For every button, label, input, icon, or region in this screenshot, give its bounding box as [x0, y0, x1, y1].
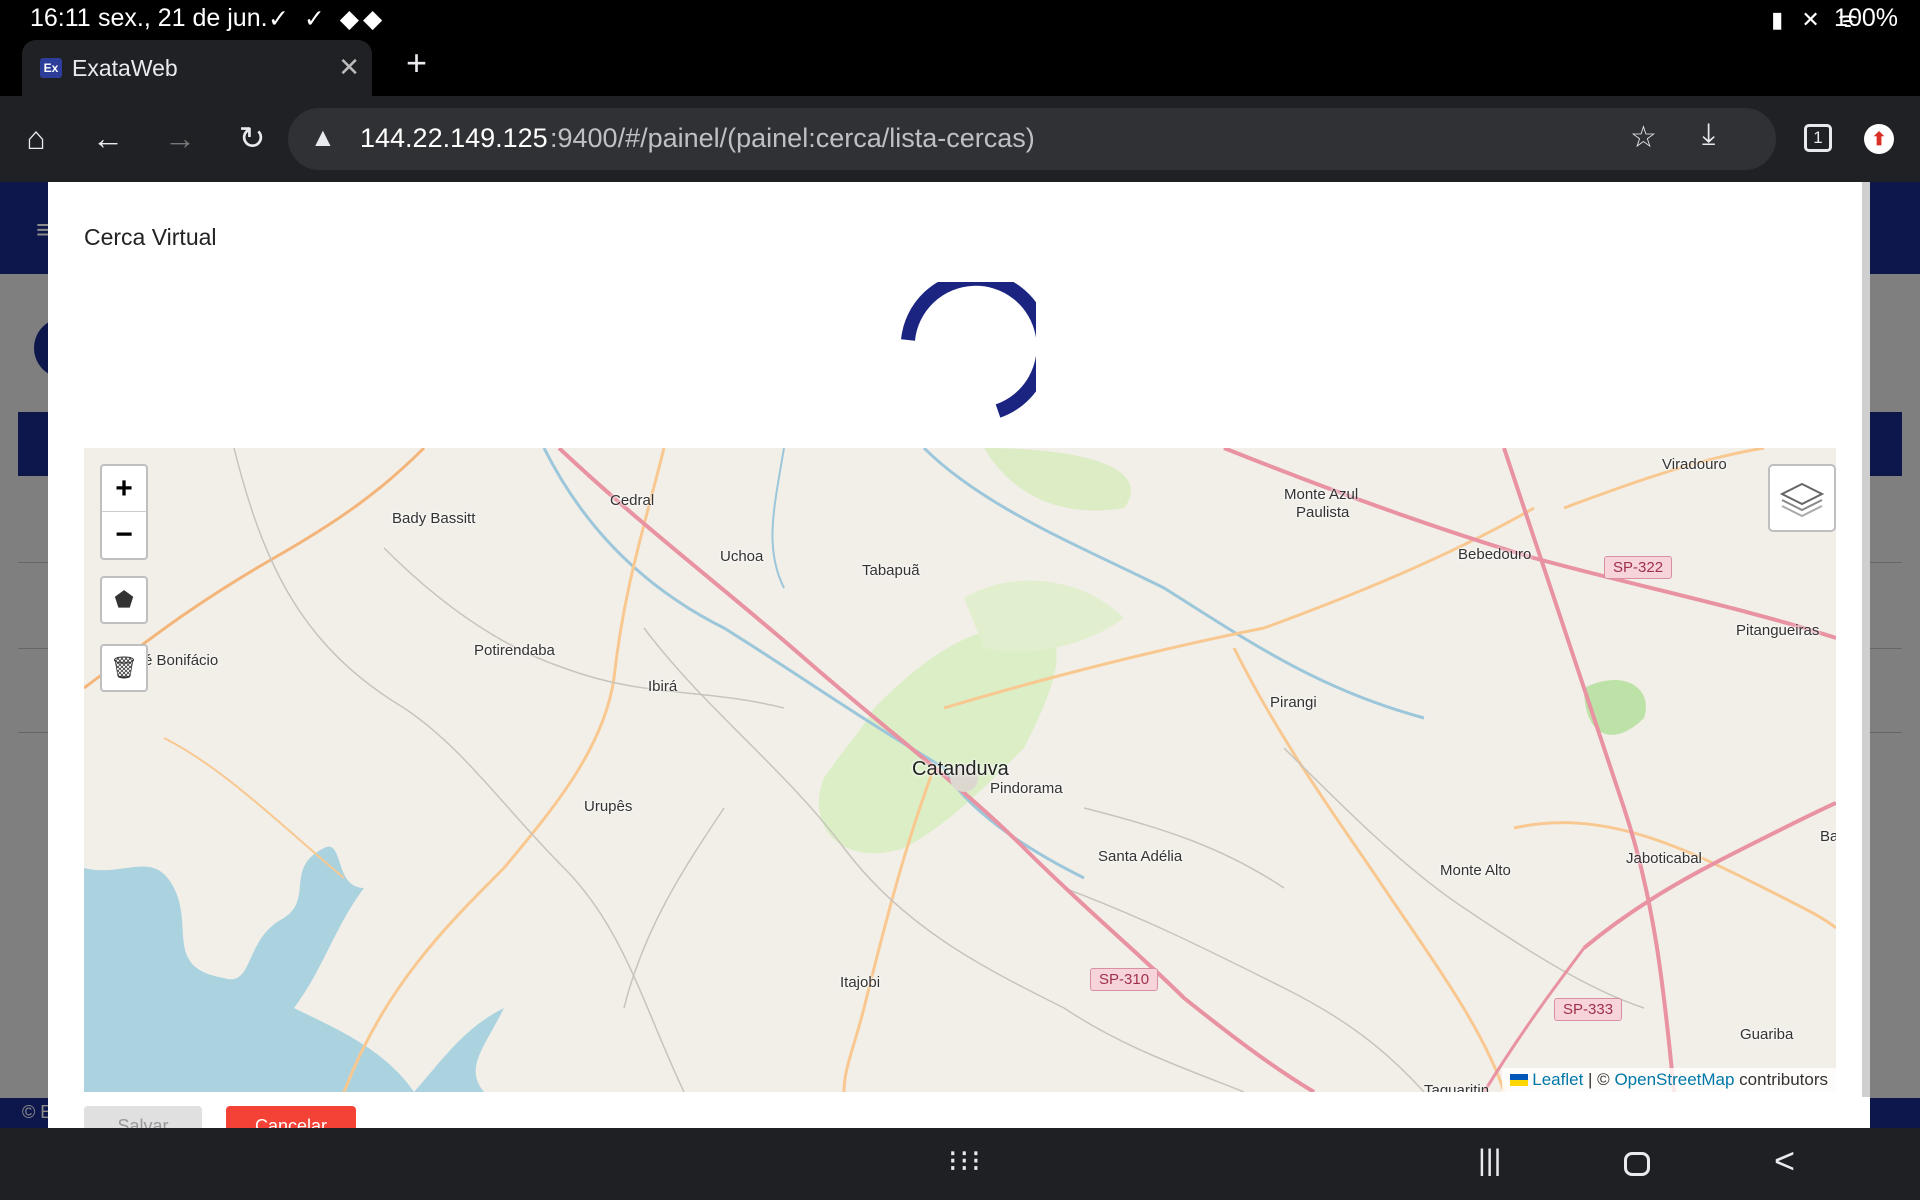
place-label: Cedral — [610, 492, 655, 509]
android-nav-bar: ⁝⁝⁝ ||| < — [0, 1128, 1920, 1200]
osm-link[interactable]: OpenStreetMap — [1614, 1070, 1734, 1089]
place-label: Ba — [1820, 828, 1836, 845]
status-bar: 16:11 sex., 21 de jun. ✓ ✓ ◆◆ ▮ ✕ ᯤ 100% — [0, 0, 1920, 36]
app-drawer-icon[interactable]: ⁝⁝⁝ — [948, 1144, 983, 1179]
place-label: Tabapuã — [862, 562, 920, 579]
place-label: Santa Adélia — [1098, 848, 1183, 865]
road-shield: SP-310 — [1090, 968, 1159, 991]
place-label: Monte Azul — [1284, 486, 1359, 503]
leaflet-link[interactable]: Leaflet — [1532, 1070, 1583, 1089]
place-label: Bady Bassitt — [392, 510, 476, 527]
tab-strip: Ex ExataWeb ✕ + — [0, 36, 1920, 96]
tab-title: ExataWeb — [72, 55, 178, 81]
place-label: Uchoa — [720, 548, 764, 565]
delete-layers-button[interactable]: 🗑 — [100, 644, 148, 692]
back-icon[interactable]: ← — [88, 116, 128, 160]
not-secure-icon[interactable]: ▲ — [310, 122, 336, 153]
map-attribution: Leaflet | © OpenStreetMap contributors — [1502, 1068, 1836, 1092]
map-view[interactable]: Viradouro Monte Azul Paulista Cedral Bad… — [84, 448, 1836, 1092]
layers-icon — [1779, 482, 1825, 518]
attribution-contributors: contributors — [1734, 1070, 1828, 1089]
new-tab-button[interactable]: + — [406, 42, 427, 84]
home-button-icon[interactable] — [1624, 1152, 1650, 1176]
favicon-icon: Ex — [40, 58, 62, 78]
place-label: Guariba — [1740, 1026, 1794, 1043]
battery-level: 100% — [1834, 4, 1898, 32]
dialog-scrollbar[interactable] — [1862, 182, 1870, 1097]
place-label: Taquaritin — [1424, 1082, 1490, 1092]
reload-icon[interactable]: ↻ — [232, 116, 272, 160]
address-bar[interactable]: ▲ 144.22.149.125 :9400/#/painel/(painel:… — [288, 108, 1776, 170]
loading-spinner — [901, 282, 1036, 418]
road-shield: SP-322 — [1604, 556, 1673, 579]
place-label: Jaboticabal — [1626, 850, 1702, 867]
dialog-title: Cerca Virtual — [84, 224, 217, 250]
profile-update-icon[interactable]: ⬆ — [1864, 124, 1894, 154]
place-label: Pirangi — [1270, 694, 1317, 711]
close-tab-icon[interactable]: ✕ — [338, 52, 360, 83]
attribution-separator: | © — [1583, 1070, 1615, 1089]
url-path[interactable]: :9400/#/painel/(painel:cerca/lista-cerca… — [550, 123, 1035, 154]
ukraine-flag-icon — [1510, 1074, 1529, 1086]
place-label: é Bonifácio — [144, 652, 219, 669]
forward-icon[interactable]: → — [160, 116, 200, 160]
place-label: Pindorama — [990, 780, 1063, 797]
virtual-fence-dialog: Cerca Virtual Viradouro Monte Azul Pauli… — [48, 182, 1870, 1128]
save-button[interactable]: Salvar — [84, 1106, 202, 1128]
draw-polygon-button[interactable]: ⬟ — [100, 576, 148, 624]
cancel-button[interactable]: Cancelar — [226, 1106, 356, 1128]
date: sex., 21 de jun. — [98, 4, 268, 32]
browser-toolbar: ⌂ ← → ↻ ▲ 144.22.149.125 :9400/#/painel/… — [0, 96, 1920, 182]
place-label: Pitangueiras — [1736, 622, 1820, 639]
browser-tab[interactable]: Ex ExataWeb ✕ — [22, 40, 372, 96]
place-label: Monte Alto — [1440, 862, 1511, 879]
place-label: Paulista — [1296, 504, 1350, 521]
download-icon[interactable]: ⤓ — [1702, 118, 1715, 152]
tab-switcher-button[interactable]: 1 — [1804, 124, 1832, 152]
bookmark-star-icon[interactable]: ☆ — [1630, 120, 1657, 155]
place-label: Catanduva — [912, 758, 1009, 780]
place-label: Ibirá — [648, 678, 678, 695]
nav-back-icon[interactable]: < — [1774, 1140, 1795, 1182]
road-shield: SP-333 — [1554, 998, 1623, 1021]
clock: 16:11 — [30, 4, 91, 32]
place-label: Viradouro — [1662, 456, 1727, 473]
place-label: Urupês — [584, 798, 633, 815]
recent-apps-icon[interactable]: ||| — [1478, 1144, 1501, 1178]
home-icon[interactable]: ⌂ — [16, 116, 56, 160]
zoom-out-button[interactable]: − — [102, 512, 146, 558]
zoom-in-button[interactable]: + — [102, 466, 146, 512]
place-label: Potirendaba — [474, 642, 555, 659]
place-label: Itajobi — [840, 974, 881, 991]
zoom-control: + − — [100, 464, 148, 560]
notification-icons: ✓ ✓ ◆◆ — [268, 5, 387, 33]
layers-control[interactable] — [1768, 464, 1836, 532]
url-host[interactable]: 144.22.149.125 — [360, 123, 548, 154]
place-label: Bebedouro — [1458, 546, 1532, 563]
